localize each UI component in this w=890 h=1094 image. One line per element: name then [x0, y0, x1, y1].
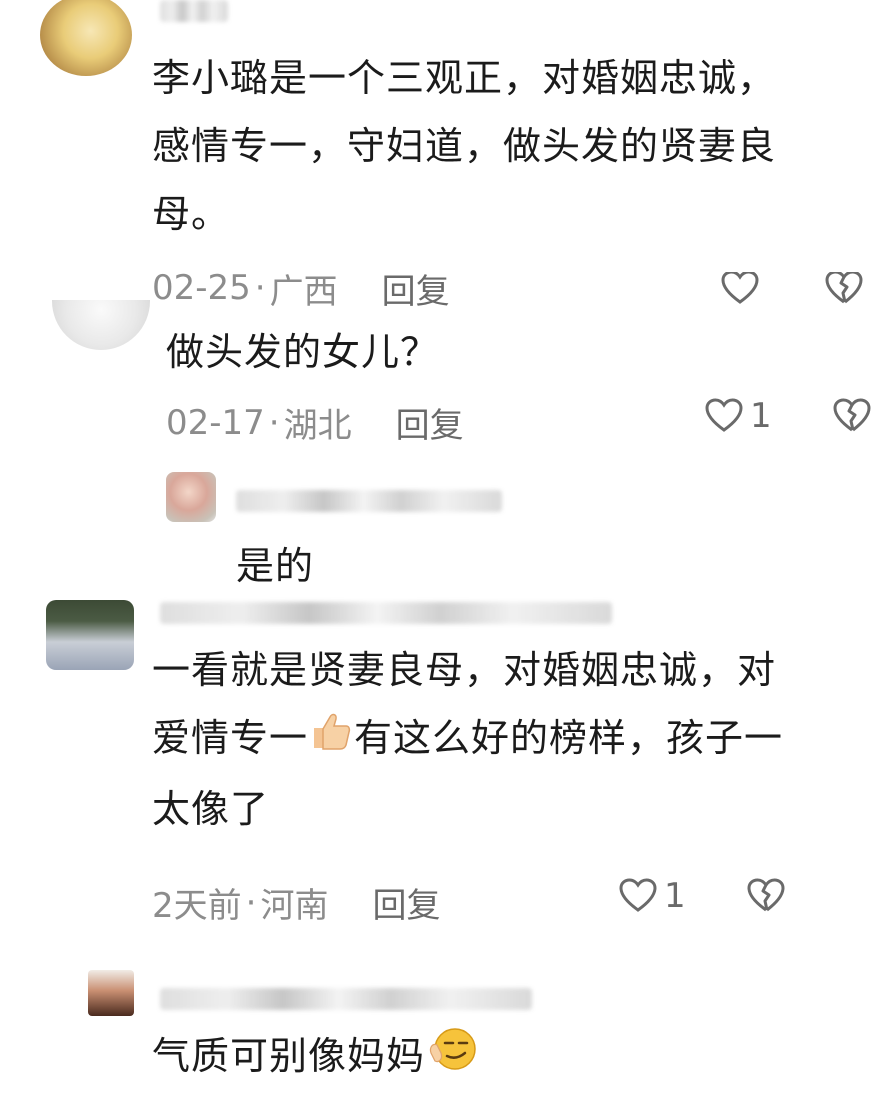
avatar[interactable]: [40, 0, 132, 76]
username[interactable]: [236, 490, 502, 512]
avatar[interactable]: [166, 472, 216, 522]
comment-date: 2天前: [152, 886, 242, 926]
username[interactable]: [160, 0, 228, 22]
like-button[interactable]: 1: [704, 396, 772, 436]
comment-text: 李小璐是一个三观正，对婚姻忠诚， 感情专一，守妇道，做头发的贤妻良 母。: [152, 56, 777, 236]
avatar[interactable]: [88, 970, 134, 1016]
thumbs-up-emoji: [308, 707, 354, 775]
comment-date: 02-25: [152, 270, 251, 306]
comment-text: 是的: [236, 544, 315, 588]
heart-outline-icon: [619, 878, 657, 912]
comment-location: 广西: [269, 271, 338, 307]
comment-location: 河南: [260, 886, 329, 926]
username[interactable]: [160, 988, 532, 1010]
smirk-emoji: [425, 1023, 479, 1094]
like-button[interactable]: [720, 272, 760, 304]
heart-outline-icon: [721, 272, 759, 304]
broken-heart-icon: [825, 272, 863, 304]
comment-meta: 02-25 · 广西 回复: [152, 270, 450, 306]
comment-text: 气质可别像妈妈: [152, 1022, 479, 1094]
dislike-button[interactable]: [832, 396, 872, 436]
comment-text-part: 气质可别像妈妈: [152, 1034, 426, 1078]
reply-button[interactable]: 回复: [372, 878, 440, 927]
like-count: 1: [664, 876, 686, 916]
comment-meta: 2天前 · 河南 回复: [152, 878, 440, 927]
username[interactable]: [160, 602, 612, 624]
broken-heart-icon: [747, 878, 785, 912]
meta-separator: ·: [245, 882, 257, 923]
heart-outline-icon: [705, 398, 743, 432]
meta-separator: ·: [254, 270, 266, 306]
comment-date: 02-17: [166, 402, 265, 443]
comment-text: 做头发的女儿？: [166, 330, 440, 374]
comment-text-part: 爱情专一: [152, 716, 309, 760]
reply-button[interactable]: 回复: [382, 270, 450, 307]
like-count: 1: [750, 396, 772, 436]
avatar[interactable]: [46, 600, 134, 670]
avatar[interactable]: [52, 300, 150, 350]
broken-heart-icon: [833, 398, 871, 432]
dislike-button[interactable]: [746, 876, 786, 916]
comment-text-part: 有这么好的榜样，孩子一: [354, 716, 784, 760]
comment-location: 湖北: [283, 406, 352, 446]
reply-button[interactable]: 回复: [396, 398, 464, 447]
comment-text: 一看就是贤妻良母，对婚姻忠诚，对 爱情专一 有这么好的榜样，孩子一 太像了: [152, 648, 784, 831]
comment-meta: 02-17 · 湖北 回复: [166, 398, 464, 447]
dislike-button[interactable]: [824, 272, 864, 304]
like-button[interactable]: 1: [618, 876, 686, 916]
meta-separator: ·: [268, 402, 280, 443]
